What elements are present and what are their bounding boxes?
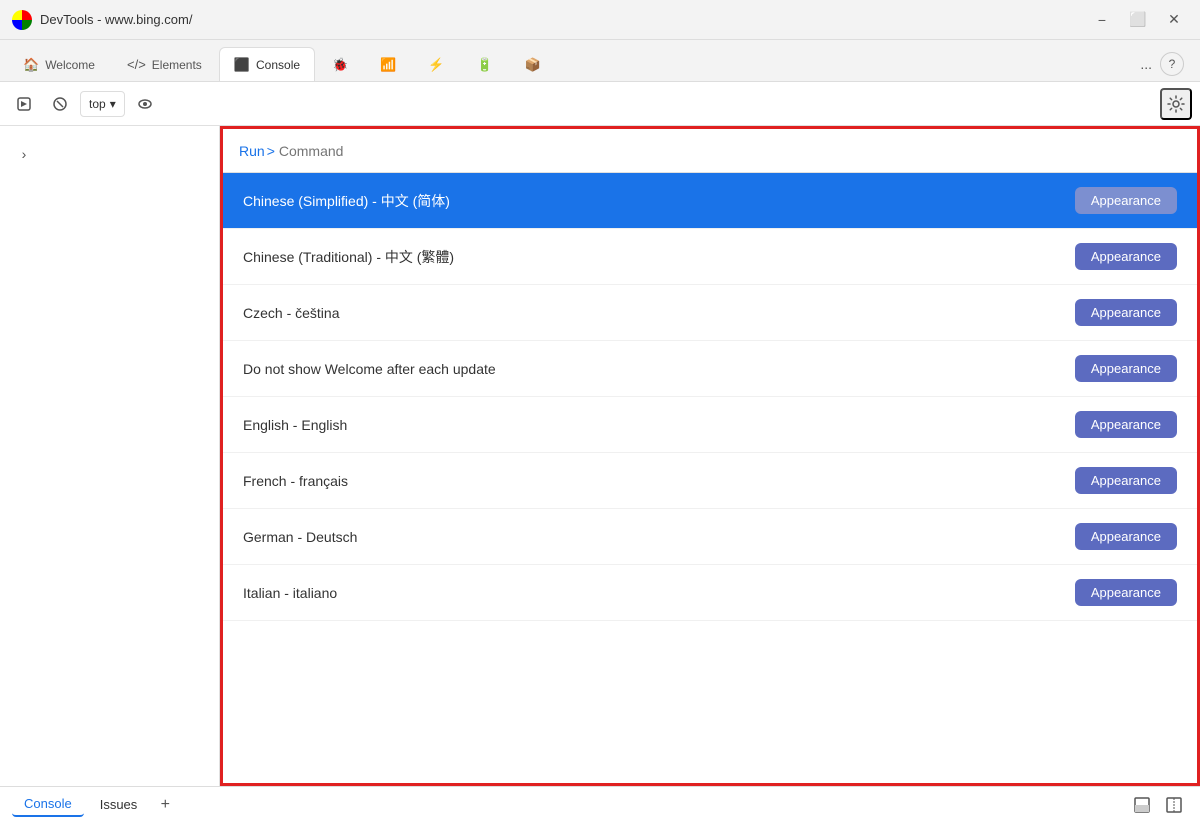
bottom-icons	[1128, 791, 1188, 819]
home-icon: 🏠	[23, 57, 39, 73]
app-icon: 📦	[525, 57, 541, 73]
result-item[interactable]: Czech - čeština Appearance	[223, 285, 1197, 341]
bottom-tab-issues[interactable]: Issues	[88, 793, 150, 816]
title-bar: DevTools - www.bing.com/ − ⬜ ✕	[0, 0, 1200, 40]
tab-welcome[interactable]: 🏠 Welcome	[8, 47, 110, 81]
tab-network[interactable]: 📶	[365, 47, 411, 81]
eye-button[interactable]	[129, 88, 161, 120]
result-item[interactable]: Chinese (Simplified) - 中文 (简体) Appearance	[223, 173, 1197, 229]
result-item[interactable]: Do not show Welcome after each update App…	[223, 341, 1197, 397]
result-label: Do not show Welcome after each update	[243, 361, 496, 377]
result-item[interactable]: English - English Appearance	[223, 397, 1197, 453]
dock-icon	[1134, 797, 1150, 813]
result-label: Chinese (Simplified) - 中文 (简体)	[243, 191, 450, 211]
result-item[interactable]: German - Deutsch Appearance	[223, 509, 1197, 565]
undock-icon	[1166, 797, 1182, 813]
devtools-icon	[12, 10, 32, 30]
result-label: English - English	[243, 417, 347, 433]
tab-console-label: Console	[256, 58, 300, 72]
tab-welcome-label: Welcome	[45, 58, 95, 72]
result-label: Chinese (Traditional) - 中文 (繁體)	[243, 247, 454, 267]
performance-icon: ⚡	[428, 57, 444, 73]
memory-icon: 🔋	[477, 57, 493, 73]
appearance-button[interactable]: Appearance	[1075, 299, 1177, 326]
tab-performance[interactable]: ⚡	[413, 47, 459, 81]
run-arrow: >	[267, 143, 275, 159]
tab-more-controls: ... ?	[1132, 47, 1192, 81]
settings-button[interactable]	[1160, 88, 1192, 120]
execute-context-button[interactable]	[8, 88, 40, 120]
eye-icon	[137, 96, 153, 112]
tab-console[interactable]: ⬛ Console	[219, 47, 315, 81]
close-button[interactable]: ✕	[1160, 6, 1188, 34]
appearance-button[interactable]: Appearance	[1075, 467, 1177, 494]
bottom-tab-console[interactable]: Console	[12, 792, 84, 817]
clear-button[interactable]	[44, 88, 76, 120]
main-area: › Run > Chinese (Simplified) - 中文 (简体) Ap…	[0, 126, 1200, 786]
clear-icon	[52, 96, 68, 112]
toolbar: top ▾	[0, 82, 1200, 126]
result-item[interactable]: Italian - italiano Appearance	[223, 565, 1197, 621]
window-title: DevTools - www.bing.com/	[40, 12, 1088, 27]
command-input[interactable]	[279, 143, 1181, 159]
result-label: Italian - italiano	[243, 585, 337, 601]
tab-elements[interactable]: </> Elements	[112, 47, 217, 81]
run-label: Run >	[239, 143, 275, 159]
add-panel-button[interactable]: +	[153, 793, 177, 817]
appearance-button[interactable]: Appearance	[1075, 523, 1177, 550]
results-list[interactable]: Chinese (Simplified) - 中文 (简体) Appearance…	[223, 173, 1197, 783]
command-bar: Run >	[223, 129, 1197, 173]
gear-icon	[1167, 95, 1185, 113]
appearance-button[interactable]: Appearance	[1075, 243, 1177, 270]
result-item[interactable]: French - français Appearance	[223, 453, 1197, 509]
chevron-down-icon: ▾	[110, 97, 116, 111]
execute-icon	[16, 96, 32, 112]
appearance-button[interactable]: Appearance	[1075, 355, 1177, 382]
expand-sidebar-button[interactable]: ›	[8, 138, 40, 170]
result-item[interactable]: Chinese (Traditional) - 中文 (繁體) Appearanc…	[223, 229, 1197, 285]
context-selector[interactable]: top ▾	[80, 91, 125, 117]
tab-memory[interactable]: 🔋	[462, 47, 508, 81]
window-controls: − ⬜ ✕	[1088, 6, 1188, 34]
network-icon: 📶	[380, 57, 396, 73]
tab-app[interactable]: 📦	[510, 47, 556, 81]
sidebar: ›	[0, 126, 220, 786]
appearance-button[interactable]: Appearance	[1075, 187, 1177, 214]
tab-bar: 🏠 Welcome </> Elements ⬛ Console 🐞 📶 ⚡ 🔋…	[0, 40, 1200, 82]
result-label: Czech - čeština	[243, 305, 339, 321]
more-tabs-button[interactable]: ...	[1140, 56, 1152, 72]
bottom-bar: Console Issues +	[0, 786, 1200, 822]
result-label: German - Deutsch	[243, 529, 357, 545]
help-button[interactable]: ?	[1160, 52, 1184, 76]
elements-icon: </>	[127, 57, 146, 72]
dock-button[interactable]	[1128, 791, 1156, 819]
undock-button[interactable]	[1160, 791, 1188, 819]
minimize-button[interactable]: −	[1088, 6, 1116, 34]
console-icon: ⬛	[234, 57, 250, 73]
maximize-button[interactable]: ⬜	[1124, 6, 1152, 34]
context-label: top	[89, 97, 106, 111]
tab-elements-label: Elements	[152, 58, 202, 72]
command-panel: Run > Chinese (Simplified) - 中文 (简体) Appe…	[220, 126, 1200, 786]
appearance-button[interactable]: Appearance	[1075, 411, 1177, 438]
debug-icon: 🐞	[332, 57, 348, 73]
appearance-button[interactable]: Appearance	[1075, 579, 1177, 606]
run-text: Run	[239, 143, 265, 159]
result-label: French - français	[243, 473, 348, 489]
tab-debug[interactable]: 🐞	[317, 47, 363, 81]
